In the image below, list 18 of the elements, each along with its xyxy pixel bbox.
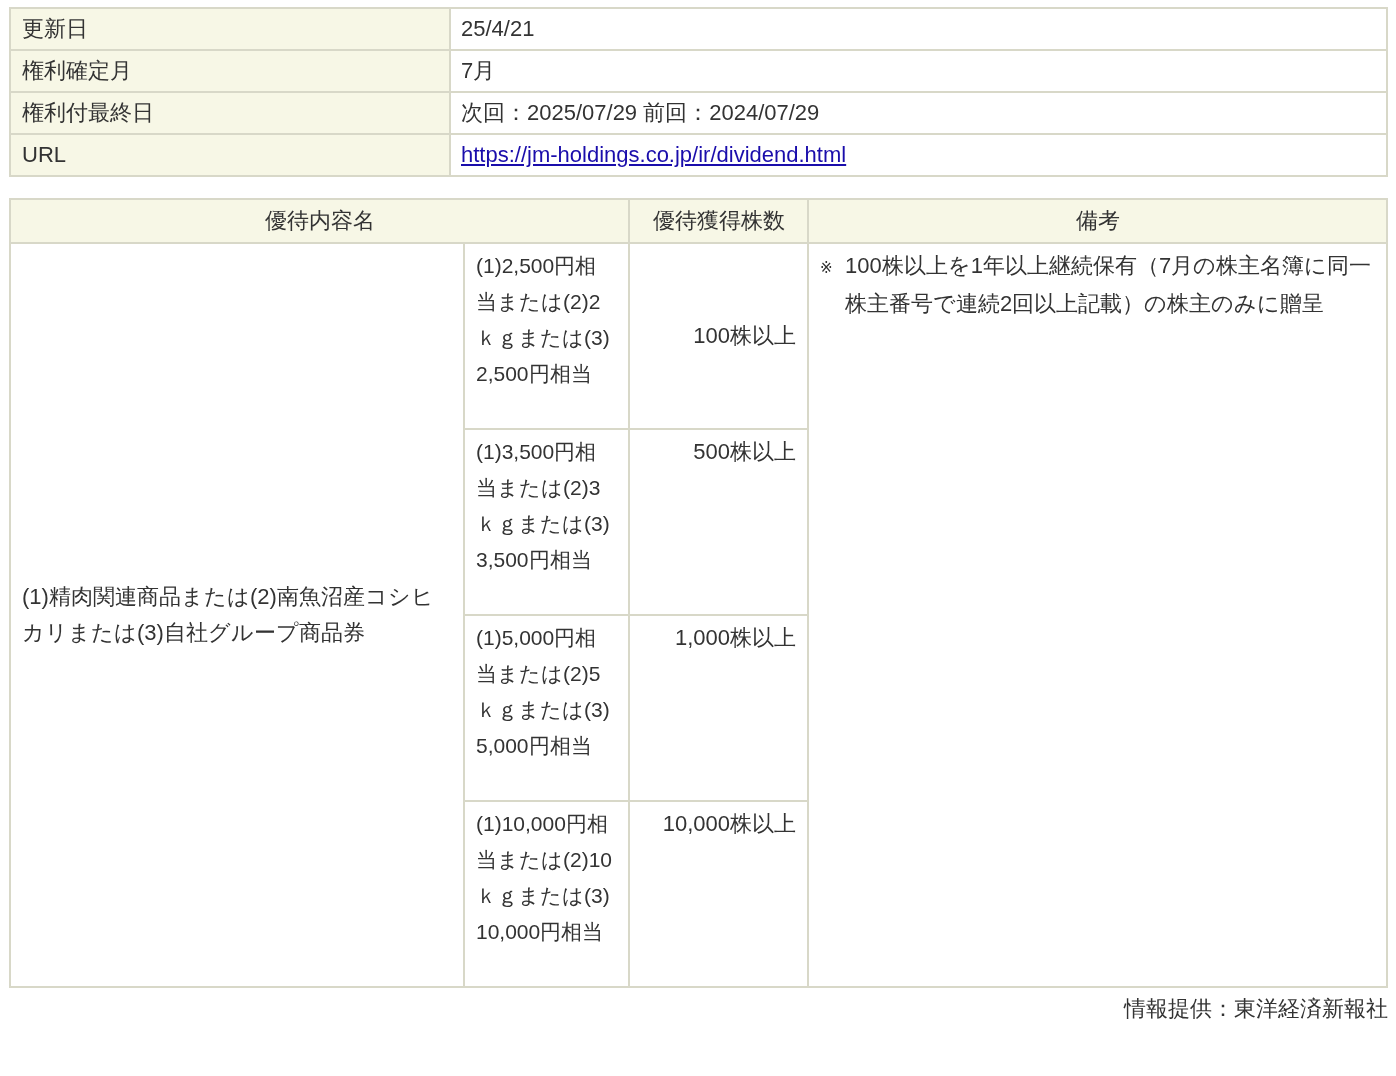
row-label: URL xyxy=(10,134,450,176)
row-value: 7月 xyxy=(450,50,1387,92)
source-credit: 情報提供：東洋経済新報社 xyxy=(1124,996,1388,1021)
column-header: 優待獲得株数 xyxy=(629,199,808,243)
row-label: 更新日 xyxy=(10,8,450,50)
row-value: 25/4/21 xyxy=(450,8,1387,50)
benefit-name: (1)精肉関連商品または(2)南魚沼産コシヒカリまたは(3)自社グループ商品券 xyxy=(10,243,464,987)
column-header: 優待内容名 xyxy=(10,199,629,243)
benefit-content: (1)3,500円相当または(2)3ｋｇまたは(3)3,500円相当 xyxy=(464,429,629,615)
benefit-content: (1)10,000円相当または(2)10ｋｇまたは(3)10,000円相当 xyxy=(464,801,629,987)
benefit-content: (1)5,000円相当または(2)5ｋｇまたは(3)5,000円相当 xyxy=(464,615,629,801)
share-count: 100株以上 xyxy=(629,243,808,429)
row-label: 権利確定月 xyxy=(10,50,450,92)
row-label: 権利付最終日 xyxy=(10,92,450,134)
column-header: 備考 xyxy=(808,199,1387,243)
row-value: 次回：2025/07/29 前回：2024/07/29 xyxy=(450,92,1387,134)
note-text: ※ 100株以上を1年以上継続保有（7月の株主名簿に同一株主番号で連続2回以上記載）の株主のみに贈呈 xyxy=(820,252,1373,318)
benefit-content: (1)2,500円相当または(2)2ｋｇまたは(3)2,500円相当 xyxy=(464,243,629,429)
